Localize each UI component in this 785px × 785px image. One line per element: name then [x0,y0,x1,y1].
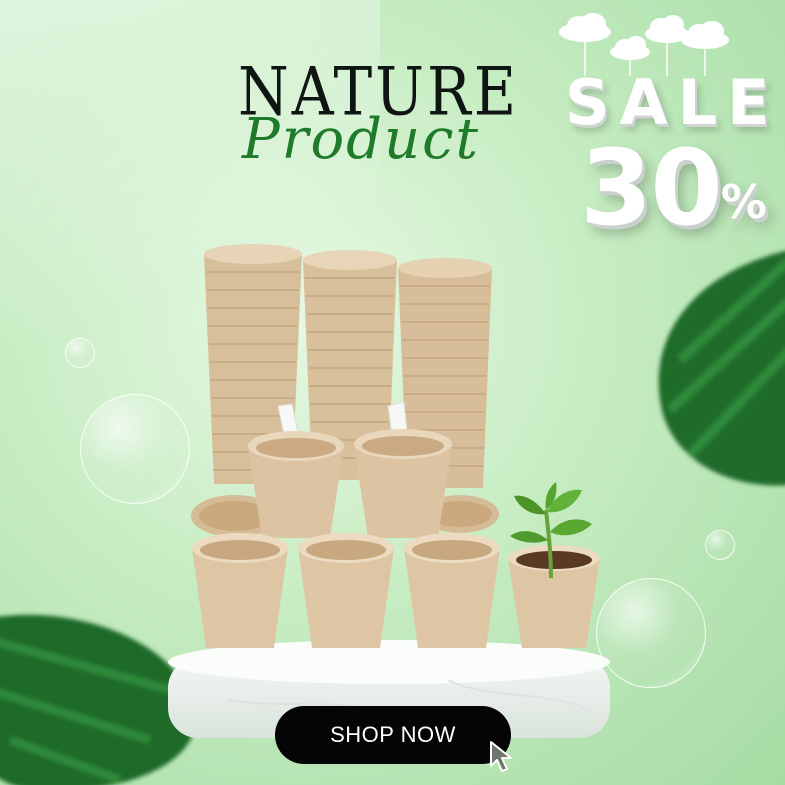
peat-pot [354,429,452,538]
brand-subtitle: Product [242,107,480,172]
sale-percent: 30% [580,136,767,240]
peat-pot [192,533,288,648]
sale-percent-sign: % [720,175,767,229]
shop-now-button[interactable]: SHOP NOW [275,706,511,764]
shop-now-label: SHOP NOW [330,722,456,747]
peat-pot [404,533,500,648]
peat-pot [248,431,344,538]
bubble [80,394,190,504]
mouse-pointer-icon [490,741,512,772]
sale-percent-value: 30 [580,127,723,249]
bubble [65,338,95,368]
bubble [705,530,735,560]
monstera-leaf-right [658,251,785,486]
peat-pot [298,533,394,648]
bubble [596,578,706,688]
product-ad-banner: NATURE Product SALE 30% SHOP NOW [0,0,785,785]
seedling-plant [510,482,592,579]
